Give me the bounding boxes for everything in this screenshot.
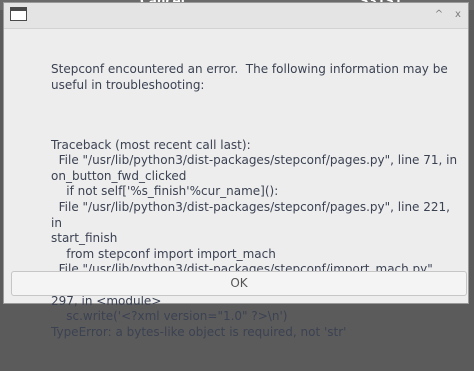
error-message: Stepconf encountered an error. The follo… xyxy=(51,31,461,371)
error-dialog: ^ x Stepconf encountered an error. The f… xyxy=(3,2,469,339)
dialog-titlebar[interactable]: ^ x xyxy=(4,3,468,29)
ok-button[interactable]: OK xyxy=(11,271,467,296)
error-intro-text: Stepconf encountered an error. The follo… xyxy=(51,62,448,92)
window-icon xyxy=(10,7,27,21)
close-icon[interactable]: x xyxy=(451,7,465,23)
traceback-text: Traceback (most recent call last): File … xyxy=(51,137,458,339)
maximize-chevron-up-icon[interactable]: ^ xyxy=(432,7,446,23)
